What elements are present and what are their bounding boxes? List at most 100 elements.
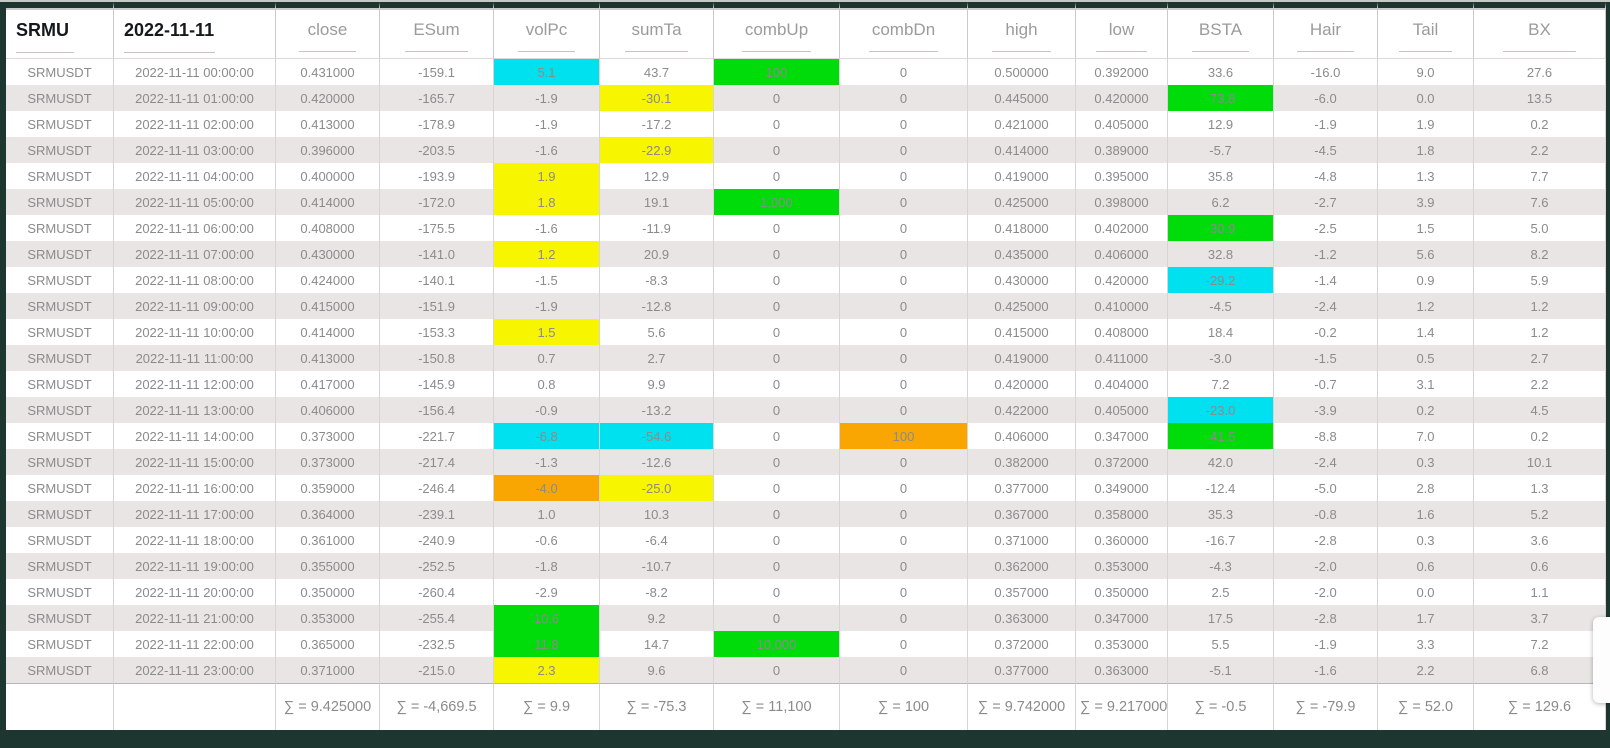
table-row[interactable]: SRMUSDT 2022-11-11 12:00:00 0.417000 -145.9… — [6, 371, 1606, 397]
cell: 0.371000 — [276, 657, 380, 683]
table-row[interactable]: SRMUSDT 2022-11-11 11:00:00 0.413000 -150.8… — [6, 345, 1606, 371]
column-header-hair[interactable]: Hair — [1274, 2, 1378, 59]
table-row[interactable]: SRMUSDT 2022-11-11 15:00:00 0.373000 -217.4… — [6, 449, 1606, 475]
cell: 0.420000 — [1076, 85, 1168, 111]
table-row[interactable]: SRMUSDT 2022-11-11 21:00:00 0.353000 -255.4… — [6, 605, 1606, 631]
table-row[interactable]: SRMUSDT 2022-11-11 02:00:00 0.413000 -178.9… — [6, 111, 1606, 137]
table-row[interactable]: SRMUSDT 2022-11-11 06:00:00 0.408000 -175.5… — [6, 215, 1606, 241]
cell: 0 — [714, 553, 840, 579]
table-row[interactable]: SRMUSDT 2022-11-11 10:00:00 0.414000 -153.3… — [6, 319, 1606, 345]
column-header-combup[interactable]: combUp — [714, 2, 840, 59]
cell: 0 — [840, 293, 968, 319]
column-header-srmu[interactable]: SRMU — [6, 2, 114, 59]
cell: 0.405000 — [1076, 111, 1168, 137]
table-header: SRMU 2022-11-11 close ESum volPc sumTa combUp c… — [6, 2, 1606, 59]
cell: -178.9 — [380, 111, 494, 137]
table-row[interactable]: SRMUSDT 2022-11-11 07:00:00 0.430000 -141.0… — [6, 241, 1606, 267]
cell: SRMUSDT — [6, 553, 114, 579]
table-row[interactable]: SRMUSDT 2022-11-11 17:00:00 0.364000 -239.1… — [6, 501, 1606, 527]
cell: -193.9 — [380, 163, 494, 189]
cell: -1.8 — [494, 553, 600, 579]
cell: 2022-11-11 00:00:00 — [114, 59, 276, 85]
table-row[interactable]: SRMUSDT 2022-11-11 18:00:00 0.361000 -240.9… — [6, 527, 1606, 553]
cell: 0.361000 — [276, 527, 380, 553]
table-row[interactable]: SRMUSDT 2022-11-11 04:00:00 0.400000 -193.9… — [6, 163, 1606, 189]
table-row[interactable]: SRMUSDT 2022-11-11 00:00:00 0.431000 -159.1… — [6, 59, 1606, 85]
cell: 8.2 — [1474, 241, 1606, 267]
cell: 0.0 — [1378, 85, 1474, 111]
table-row[interactable]: SRMUSDT 2022-11-11 16:00:00 0.359000 -246.4… — [6, 475, 1606, 501]
cell: 0.430000 — [968, 267, 1076, 293]
cell: -159.1 — [380, 59, 494, 85]
cell: -41.5 — [1168, 423, 1274, 449]
cell: 0.417000 — [276, 371, 380, 397]
cell: 0 — [714, 345, 840, 371]
cell: 0.353000 — [276, 605, 380, 631]
cell: 0 — [714, 527, 840, 553]
table-row[interactable]: SRMUSDT 2022-11-11 20:00:00 0.350000 -260.4… — [6, 579, 1606, 605]
column-header-esum[interactable]: ESum — [380, 2, 494, 59]
cell: -1.9 — [494, 111, 600, 137]
cell: 18.4 — [1168, 319, 1274, 345]
table-row[interactable]: SRMUSDT 2022-11-11 01:00:00 0.420000 -165.7… — [6, 85, 1606, 111]
table-row[interactable]: SRMUSDT 2022-11-11 03:00:00 0.396000 -203.5… — [6, 137, 1606, 163]
table-row[interactable]: SRMUSDT 2022-11-11 23:00:00 0.371000 -215.0… — [6, 657, 1606, 683]
cell: 0 — [840, 475, 968, 501]
column-header-volpc[interactable]: volPc — [494, 2, 600, 59]
cell: 0 — [840, 59, 968, 85]
column-header-tail[interactable]: Tail — [1378, 2, 1474, 59]
column-header-high[interactable]: high — [968, 2, 1076, 59]
cell: -2.8 — [1274, 527, 1378, 553]
column-header-label: sumTa — [631, 20, 682, 39]
column-header-label: BSTA — [1198, 20, 1243, 39]
column-header-combdn[interactable]: combDn — [840, 2, 968, 59]
column-header-label: volPc — [525, 20, 568, 39]
cell: 0.365000 — [276, 631, 380, 657]
cell: 7.2 — [1474, 631, 1606, 657]
column-header-underline — [625, 51, 688, 52]
table-row[interactable]: SRMUSDT 2022-11-11 22:00:00 0.365000 -232.5… — [6, 631, 1606, 657]
column-header-close[interactable]: close — [276, 2, 380, 59]
cell: -4.5 — [1274, 137, 1378, 163]
table-row[interactable]: SRMUSDT 2022-11-11 13:00:00 0.406000 -156.4… — [6, 397, 1606, 423]
cell: 19.1 — [600, 189, 714, 215]
cell: 5.5 — [1168, 631, 1274, 657]
cell: 32.8 — [1168, 241, 1274, 267]
cell: 0.398000 — [1076, 189, 1168, 215]
cell: 0 — [840, 137, 968, 163]
cell: 14.7 — [600, 631, 714, 657]
table-row[interactable]: SRMUSDT 2022-11-11 05:00:00 0.414000 -172.0… — [6, 189, 1606, 215]
table-row[interactable]: SRMUSDT 2022-11-11 19:00:00 0.355000 -252.5… — [6, 553, 1606, 579]
table-row[interactable]: SRMUSDT 2022-11-11 08:00:00 0.424000 -140.1… — [6, 267, 1606, 293]
cell: 0.355000 — [276, 553, 380, 579]
column-header-low[interactable]: low — [1076, 2, 1168, 59]
column-header-sumta[interactable]: sumTa — [600, 2, 714, 59]
cell: 0 — [714, 475, 840, 501]
cell: 2022-11-11 19:00:00 — [114, 553, 276, 579]
cell: 0 — [840, 111, 968, 137]
cell: 0 — [714, 501, 840, 527]
column-header-bsta[interactable]: BSTA — [1168, 2, 1274, 59]
cell: 0.357000 — [968, 579, 1076, 605]
cell: 1.9 — [1378, 111, 1474, 137]
column-header-2022-11-11[interactable]: 2022-11-11 — [114, 2, 276, 59]
cell: SRMUSDT — [6, 189, 114, 215]
summary-cell: ∑ = 11,100 — [714, 683, 840, 730]
cell: 9.6 — [600, 657, 714, 683]
scrollbar-thumb[interactable] — [1593, 617, 1610, 703]
cell: 2022-11-11 20:00:00 — [114, 579, 276, 605]
column-header-bx[interactable]: BX — [1474, 2, 1606, 59]
cell: -30.9 — [1168, 215, 1274, 241]
cell: -3.0 — [1168, 345, 1274, 371]
cell: 0.421000 — [968, 111, 1076, 137]
cell: -8.3 — [600, 267, 714, 293]
table-row[interactable]: SRMUSDT 2022-11-11 09:00:00 0.415000 -151.9… — [6, 293, 1606, 319]
cell: 0 — [840, 319, 968, 345]
cell: 0.411000 — [1076, 345, 1168, 371]
cell: SRMUSDT — [6, 527, 114, 553]
cell: 0.2 — [1474, 423, 1606, 449]
cell: 0.405000 — [1076, 397, 1168, 423]
cell: 100 — [714, 59, 840, 85]
cell: SRMUSDT — [6, 631, 114, 657]
table-row[interactable]: SRMUSDT 2022-11-11 14:00:00 0.373000 -221.7… — [6, 423, 1606, 449]
